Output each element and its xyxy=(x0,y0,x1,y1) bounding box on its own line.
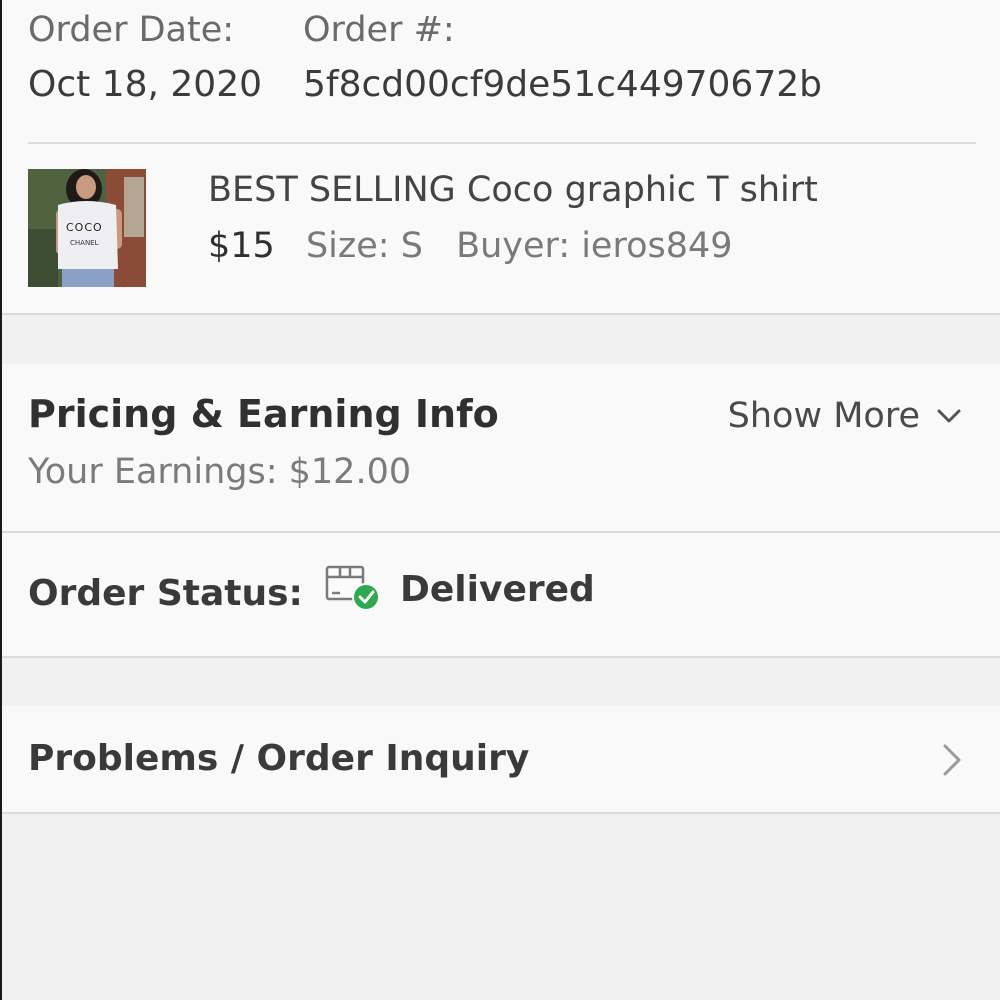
pricing-section: Pricing & Earning Info Your Earnings: $1… xyxy=(2,364,1000,531)
order-number-label: Order #: xyxy=(303,10,455,50)
problems-inquiry-label: Problems / Order Inquiry xyxy=(28,738,530,779)
chevron-down-icon xyxy=(937,409,961,423)
package-delivered-icon xyxy=(325,565,380,611)
show-more-label: Show More xyxy=(727,396,920,436)
item-buyer: Buyer: ieros849 xyxy=(456,226,733,266)
order-summary-section: Order Date: Order #: Oct 18, 2020 5f8cd0… xyxy=(2,0,1000,314)
section-divider xyxy=(2,812,1000,814)
order-status-section: Order Status: Delivered xyxy=(2,533,1000,656)
chevron-right-icon xyxy=(943,744,961,776)
thumbnail-text-coco: COCO xyxy=(66,221,103,234)
order-date-label: Order Date: xyxy=(28,10,235,50)
order-details-screen: Order Date: Order #: Oct 18, 2020 5f8cd0… xyxy=(0,0,1000,1000)
item-price: $15 xyxy=(208,226,275,266)
item-thumbnail[interactable]: COCO CHANEL xyxy=(28,169,146,287)
item-title[interactable]: BEST SELLING Coco graphic T shirt xyxy=(208,170,818,210)
thumbnail-text-chanel: CHANEL xyxy=(70,239,99,247)
order-status-label: Order Status: xyxy=(28,573,303,614)
order-date-value: Oct 18, 2020 xyxy=(28,64,262,105)
item-size: Size: S xyxy=(305,226,423,266)
item-meta: $15 Size: S Buyer: ieros849 xyxy=(208,226,733,266)
divider xyxy=(28,142,976,144)
section-divider xyxy=(2,313,1000,315)
section-divider xyxy=(2,656,1000,658)
show-more-button[interactable]: Show More xyxy=(728,396,962,436)
pricing-title: Pricing & Earning Info xyxy=(28,392,499,436)
order-number-value: 5f8cd00cf9de51c44970672b xyxy=(303,64,822,105)
problems-inquiry-row[interactable]: Problems / Order Inquiry xyxy=(2,706,1000,813)
order-status-value: Delivered xyxy=(400,569,595,610)
earnings-text: Your Earnings: $12.00 xyxy=(28,452,412,492)
